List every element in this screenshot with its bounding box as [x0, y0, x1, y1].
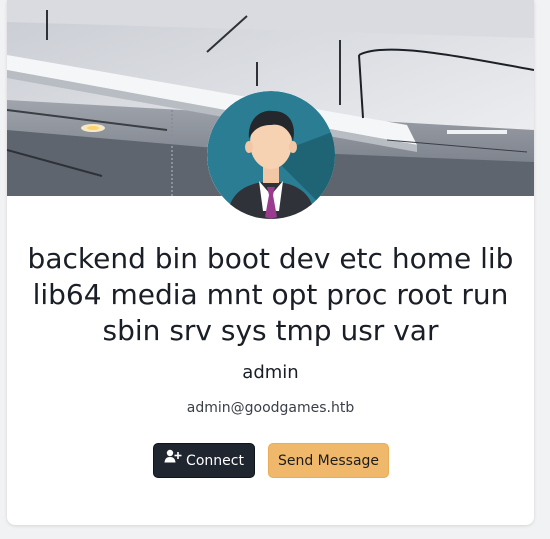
profile-name: backend bin boot dev etc home lib lib64 … — [27, 242, 514, 347]
connect-button-label: Connect — [186, 453, 244, 469]
connect-button[interactable]: Connect — [153, 443, 255, 478]
send-message-button-label: Send Message — [277, 453, 380, 469]
profile-card: backend bin boot dev etc home lib lib64 … — [7, 0, 534, 525]
profile-email: admin@goodgames.htb — [186, 400, 355, 416]
profile-username: admin — [242, 362, 299, 383]
avatar — [207, 91, 335, 219]
user-plus-icon — [164, 442, 182, 477]
send-message-button[interactable]: Send Message — [268, 443, 389, 478]
